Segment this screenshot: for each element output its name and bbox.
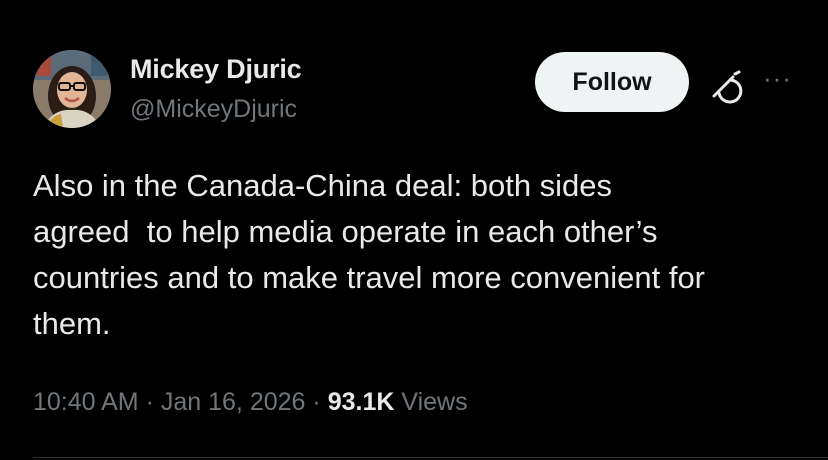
more-icon[interactable]: ··· [763, 65, 792, 91]
avatar-image [33, 50, 111, 128]
avatar[interactable] [33, 50, 111, 128]
tweet-text: Also in the Canada-China deal: both side… [33, 168, 706, 341]
follow-button[interactable]: Follow [535, 52, 689, 112]
views-count: 93.1K [327, 388, 395, 416]
author-handle[interactable]: @MickeyDjuric [130, 95, 297, 124]
tweet-meta: 10:40 AM · Jan 16, 2026 · 93.1K Views [33, 388, 468, 417]
tweet-time[interactable]: 10:40 AM [33, 388, 139, 416]
divider [33, 457, 828, 458]
author-name[interactable]: Mickey Djuric [130, 54, 302, 85]
separator-dot: · [312, 388, 328, 416]
views-label: Views [401, 388, 468, 416]
grok-icon[interactable] [705, 66, 745, 106]
tweet-date[interactable]: Jan 16, 2026 [161, 388, 306, 416]
separator-dot: · [145, 388, 161, 416]
